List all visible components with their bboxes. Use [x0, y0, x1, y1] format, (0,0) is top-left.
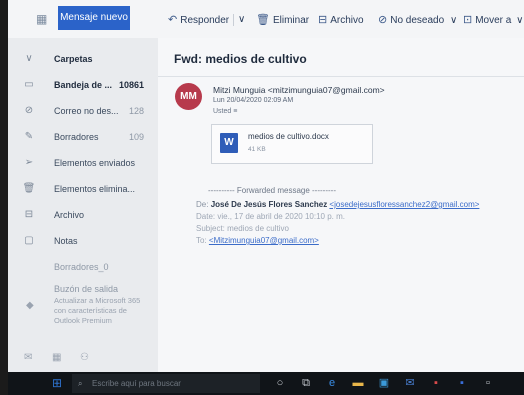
sidebar-item-label: Borradores_0 [54, 262, 109, 272]
mail-icon[interactable]: ✉ [24, 352, 32, 363]
forwarded-to: To: <Mitzimunguia07@gmail.com> [196, 236, 319, 245]
search-placeholder: Escribe aquí para buscar [92, 379, 181, 388]
chevron-down-icon: ∨ [25, 53, 33, 64]
unread-count: 10861 [118, 80, 144, 90]
store-icon[interactable]: ▣ [378, 377, 390, 389]
archive-icon: ⊟ [24, 209, 34, 220]
sidebar-item-drafts[interactable]: ✎ Borradores 109 [8, 126, 158, 148]
word-document-icon: W [220, 133, 238, 153]
pencil-icon: ✎ [24, 131, 34, 142]
reply-options-chevron[interactable]: ∨ [238, 12, 245, 28]
unread-count: 128 [128, 106, 144, 116]
app-icon[interactable]: ▫ [482, 377, 494, 389]
sidebar-item-sent[interactable]: ➢ Elementos enviados [8, 152, 158, 174]
attachment-size: 41 KB [248, 146, 266, 153]
app-launcher-icon[interactable]: ▦ [36, 13, 48, 25]
forwarded-date: Date: vie., 17 de abril de 2020 10:10 p.… [196, 212, 345, 221]
cortana-icon[interactable]: ○ [274, 377, 286, 389]
recipient[interactable]: Usted ≡ [213, 108, 237, 115]
upgrade-promo[interactable]: Actualizar a Microsoft 365 con caracterí… [54, 296, 149, 326]
sidebar-item-drafts-0[interactable]: Borradores_0 [8, 256, 158, 278]
outlook-window: ▦ Mensaje nuevo ↶ Responder ∨ 🗑 Eliminar ⊟… [8, 0, 524, 372]
windows-start-icon[interactable]: ⊞ [52, 377, 62, 389]
divider [233, 14, 234, 26]
trash-icon: 🗑 [22, 183, 36, 194]
block-icon: ⊘ [378, 14, 388, 26]
delete-button[interactable]: 🗑 Eliminar [256, 12, 309, 28]
reading-pane: Fwd: medios de cultivo MM Mitzi Munguia … [158, 38, 524, 372]
file-explorer-icon[interactable]: ▬ [352, 377, 364, 389]
sidebar-item-archive[interactable]: ⊟ Archivo [8, 204, 158, 226]
sidebar-item-label: Elementos enviados [54, 158, 136, 168]
forwarded-from: De: José De Jesús Flores Sanchez <josede… [196, 200, 479, 209]
module-switcher: ✉ ▦ ⚇ [8, 348, 158, 372]
attachment-card[interactable]: W medios de cultivo.docx 41 KB [211, 124, 373, 164]
from-label: De: [196, 200, 209, 209]
taskbar-search[interactable]: ⌕ Escribe aquí para buscar [72, 374, 260, 393]
message-date: Lun 20/04/2020 02:09 AM [213, 97, 294, 104]
forwarded-sender-email[interactable]: <josedejesusfloressanchez2@gmail.com> [329, 200, 479, 209]
forwarded-sender-name: José De Jesús Flores Sanchez [210, 200, 328, 209]
note-icon: ▢ [24, 235, 34, 246]
sender[interactable]: Mitzi Munguia <mitzimunguia07@gmail.com> [213, 85, 385, 95]
item-count: 109 [128, 132, 144, 142]
diamond-icon: ◆ [26, 300, 34, 311]
junk-label: No deseado [390, 15, 445, 26]
office-icon[interactable]: ▪ [430, 377, 442, 389]
folders-header[interactable]: ∨ Carpetas [8, 48, 158, 70]
archive-button[interactable]: ⊟ Archivo [318, 12, 364, 28]
forwarded-subject: Subject: medios de cultivo [196, 224, 289, 233]
folder-move-icon: ⊡ [463, 14, 473, 26]
attachment-name: medios de cultivo.docx [248, 132, 329, 141]
reply-label: Responder [180, 15, 230, 26]
word-app-icon[interactable]: ▪ [456, 377, 468, 389]
trash-icon: 🗑 [256, 14, 270, 26]
people-icon[interactable]: ⚇ [80, 352, 89, 363]
archive-label: Archivo [330, 15, 364, 26]
move-button[interactable]: ⊡ Mover a ∨ [463, 12, 523, 28]
sidebar-item-deleted[interactable]: 🗑 Elementos elimina... [8, 178, 158, 200]
archive-icon: ⊟ [318, 14, 328, 26]
block-icon: ⊘ [24, 105, 34, 116]
forwarded-header: ---------- Forwarded message --------- [208, 186, 336, 195]
edge-icon[interactable]: e [326, 377, 338, 389]
divider [158, 76, 524, 77]
to-label: To: [196, 236, 207, 245]
avatar[interactable]: MM [175, 83, 202, 110]
inbox-icon: ▭ [24, 79, 34, 90]
task-view-icon[interactable]: ⧉ [300, 377, 312, 389]
reply-button[interactable]: ↶ Responder [168, 12, 229, 28]
folders-label: Carpetas [54, 54, 93, 64]
sidebar-item-label: Bandeja de ... [54, 80, 113, 90]
send-icon: ➢ [24, 157, 34, 168]
chevron-down-icon: ∨ [449, 15, 458, 26]
chevron-down-icon: ∨ [516, 15, 524, 26]
search-icon: ⌕ [78, 379, 83, 388]
sidebar-item-label: Archivo [54, 210, 85, 220]
chevron-down-icon: ∨ [238, 14, 246, 25]
sidebar-item-notes[interactable]: ▢ Notas [8, 230, 158, 252]
sidebar-item-label: Elementos elimina... [54, 184, 136, 194]
sidebar-item-junk[interactable]: ⊘ Correo no des... 128 [8, 100, 158, 122]
message-subject: Fwd: medios de cultivo [174, 52, 307, 66]
new-message-button[interactable]: Mensaje nuevo [58, 6, 130, 30]
move-label: Mover a [475, 15, 512, 26]
junk-button[interactable]: ⊘ No deseado ∨ [378, 12, 457, 28]
forwarded-recipient-email[interactable]: <Mitzimunguia07@gmail.com> [209, 236, 319, 245]
delete-label: Eliminar [272, 15, 310, 26]
reply-icon: ↶ [168, 14, 178, 26]
sidebar-item-label: Notas [54, 236, 78, 246]
sidebar-item-label: Borradores [54, 132, 99, 142]
folder-pane: ∨ Carpetas ▭ Bandeja de ... 10861 ⊘ Corr… [8, 38, 158, 372]
sidebar-item-inbox[interactable]: ▭ Bandeja de ... 10861 [8, 74, 158, 96]
calendar-icon[interactable]: ▦ [52, 352, 61, 363]
sidebar-item-label: Correo no des... [54, 106, 119, 116]
command-bar: ▦ Mensaje nuevo ↶ Responder ∨ 🗑 Eliminar ⊟… [8, 0, 524, 39]
mail-app-icon[interactable]: ✉ [404, 377, 416, 389]
taskbar: ⊞ ⌕ Escribe aquí para buscar ○ ⧉ e ▬ ▣ ✉… [8, 372, 524, 395]
